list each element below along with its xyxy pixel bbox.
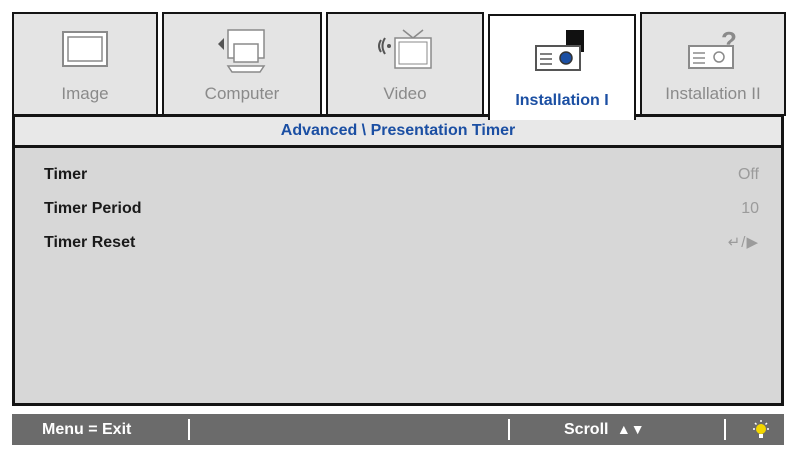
video-icon <box>378 29 432 69</box>
tab-image[interactable]: Image <box>12 12 158 116</box>
monitor-icon <box>62 31 108 67</box>
tab-installation-ii-label: Installation II <box>665 84 761 103</box>
tab-video-label: Video <box>383 84 427 103</box>
projector-osd-menu: Image Computer Video Installation I ? In… <box>0 0 790 451</box>
breadcrumb: Advanced \ Presentation Timer <box>15 117 781 148</box>
scroll-hint: Scroll ▲▼ <box>564 414 645 445</box>
setting-value[interactable]: 10 <box>741 192 759 226</box>
setting-row-timer[interactable]: Timer Off <box>15 158 781 192</box>
tab-computer-label: Computer <box>204 84 280 103</box>
setting-label: Timer Reset <box>44 234 136 251</box>
tab-installation-ii[interactable]: ? Installation II <box>640 12 786 116</box>
projector-icon <box>535 30 584 71</box>
divider <box>188 419 190 440</box>
divider <box>724 419 726 440</box>
setting-row-timer-reset[interactable]: Timer Reset ↵/▶ <box>15 226 781 260</box>
tab-computer[interactable]: Computer <box>162 12 322 116</box>
settings-panel: Advanced \ Presentation Timer Timer Off … <box>12 114 784 406</box>
computer-icon <box>218 29 266 73</box>
setting-label: Timer Period <box>44 200 142 217</box>
setting-row-timer-period[interactable]: Timer Period 10 <box>15 192 781 226</box>
divider <box>508 419 510 440</box>
scroll-arrows-icon: ▲▼ <box>616 421 645 437</box>
enter-right-icon[interactable]: ↵/▶ <box>728 226 759 260</box>
status-bar: Menu = Exit Scroll ▲▼ <box>12 414 784 445</box>
tab-installation-i-label: Installation I <box>515 92 609 109</box>
scroll-label: Scroll <box>564 421 609 438</box>
tab-image-label: Image <box>61 84 109 103</box>
tab-installation-i[interactable]: Installation I <box>488 14 636 120</box>
lamp-icon <box>753 420 769 438</box>
tab-bar: Image Computer Video Installation I ? In… <box>0 0 790 120</box>
menu-exit-hint: Menu = Exit <box>42 421 132 438</box>
tab-video[interactable]: Video <box>326 12 484 116</box>
projector-help-icon: ? <box>688 26 737 69</box>
setting-value[interactable]: Off <box>738 158 759 192</box>
setting-label: Timer <box>44 166 88 183</box>
